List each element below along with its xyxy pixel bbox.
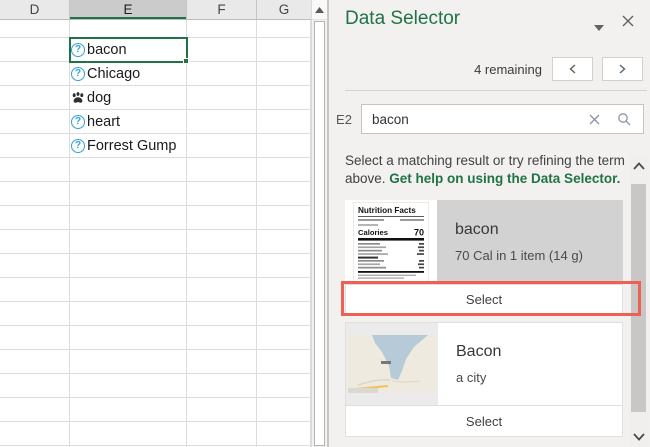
result-card-body[interactable]: Nutrition Facts Calories 70 bbox=[345, 200, 623, 284]
question-badge-icon: ? bbox=[71, 139, 85, 153]
question-badge-icon: ? bbox=[71, 67, 85, 81]
remaining-row: 4 remaining bbox=[329, 57, 643, 81]
chevron-down-icon bbox=[594, 25, 604, 31]
sheet-row-empty[interactable] bbox=[0, 182, 311, 206]
sheet-row-bacon[interactable]: ? bacon bbox=[0, 38, 311, 62]
cell-e5[interactable]: ? heart bbox=[71, 110, 120, 133]
nutrition-label-thumbnail: Nutrition Facts Calories 70 bbox=[345, 200, 437, 284]
scroll-up-button[interactable] bbox=[312, 0, 327, 20]
scrollbar-thumb[interactable] bbox=[314, 21, 325, 446]
magnifier-icon bbox=[617, 112, 631, 126]
clear-x-icon bbox=[589, 114, 600, 125]
result-title: bacon bbox=[455, 221, 623, 239]
cell-text: bacon bbox=[87, 42, 127, 58]
triangle-up-icon bbox=[315, 7, 324, 13]
sheet-row-empty[interactable] bbox=[0, 374, 311, 398]
result-subtitle: a city bbox=[456, 370, 622, 385]
cell-reference-label: E2 bbox=[333, 112, 355, 127]
sheet-row-forrest-gump[interactable]: ? Forrest Gump bbox=[0, 134, 311, 158]
pane-menu-button[interactable] bbox=[594, 18, 604, 36]
map-image bbox=[348, 335, 436, 393]
result-card-bacon-city: Bacon a city Select bbox=[345, 322, 623, 437]
sheet-row-empty[interactable] bbox=[0, 158, 311, 182]
column-header-g[interactable]: G bbox=[257, 0, 311, 20]
column-headers: D E F G bbox=[0, 0, 311, 20]
sheet-row-empty[interactable] bbox=[0, 398, 311, 422]
sheet-row-empty[interactable] bbox=[0, 422, 311, 446]
next-result-button[interactable] bbox=[602, 57, 643, 81]
search-button[interactable] bbox=[617, 112, 631, 126]
cell-e6[interactable]: ? Forrest Gump bbox=[71, 134, 176, 157]
chevron-left-icon bbox=[569, 64, 576, 74]
chevron-up-icon bbox=[633, 162, 645, 170]
svg-text:70: 70 bbox=[414, 228, 424, 238]
data-selector-pane: Data Selector 4 remaining E2 bbox=[327, 0, 650, 447]
scrollbar-thumb[interactable] bbox=[631, 184, 646, 412]
sheet-row-empty[interactable] bbox=[0, 230, 311, 254]
result-card-body[interactable]: Bacon a city bbox=[346, 323, 622, 405]
sheet-row-empty[interactable] bbox=[0, 20, 311, 38]
cell-e3[interactable]: ? Chicago bbox=[71, 62, 140, 85]
svg-text:Calories: Calories bbox=[358, 228, 388, 237]
spreadsheet: D E F G ? bacon ? Chicago bbox=[0, 0, 311, 447]
cell-text: Forrest Gump bbox=[87, 138, 176, 154]
previous-result-button[interactable] bbox=[552, 57, 593, 81]
result-card-bacon-food: Nutrition Facts Calories 70 bbox=[345, 200, 623, 315]
sheet-row-empty[interactable] bbox=[0, 350, 311, 374]
sheet-row-empty[interactable] bbox=[0, 254, 311, 278]
help-link[interactable]: Get help on using the Data Selector. bbox=[389, 171, 620, 186]
select-button-bacon-city[interactable]: Select bbox=[346, 405, 622, 436]
question-badge-icon: ? bbox=[71, 115, 85, 129]
pane-title: Data Selector bbox=[345, 8, 460, 30]
sheet-grid: ? bacon ? Chicago dog bbox=[0, 20, 311, 447]
search-input[interactable] bbox=[362, 112, 589, 127]
sheet-row-empty[interactable] bbox=[0, 278, 311, 302]
results-list: Nutrition Facts Calories 70 bbox=[345, 200, 623, 437]
result-title: Bacon bbox=[456, 343, 622, 361]
pane-scrollbar bbox=[629, 155, 649, 447]
scroll-down-button[interactable] bbox=[629, 433, 649, 441]
sheet-row-empty[interactable] bbox=[0, 326, 311, 350]
map-thumbnail bbox=[346, 323, 438, 405]
instruction-text: Select a matching result or try refining… bbox=[345, 152, 629, 187]
sheet-row-chicago[interactable]: ? Chicago bbox=[0, 62, 311, 86]
column-header-d[interactable]: D bbox=[0, 0, 70, 20]
cell-text: dog bbox=[87, 90, 111, 106]
search-row: E2 bbox=[333, 104, 644, 134]
chevron-down-icon bbox=[633, 433, 645, 441]
sheet-row-heart[interactable]: ? heart bbox=[0, 110, 311, 134]
result-info: Bacon a city bbox=[438, 323, 622, 405]
cell-e4[interactable]: dog bbox=[71, 86, 111, 109]
column-header-f[interactable]: F bbox=[187, 0, 257, 20]
sheet-row-empty[interactable] bbox=[0, 206, 311, 230]
sheet-row-dog[interactable]: dog bbox=[0, 86, 311, 110]
divider bbox=[345, 90, 647, 91]
sheet-scrollbar bbox=[311, 0, 327, 447]
question-badge-icon: ? bbox=[71, 43, 85, 57]
svg-text:Nutrition Facts: Nutrition Facts bbox=[358, 206, 416, 215]
column-header-e-selected[interactable]: E bbox=[70, 0, 187, 20]
sheet-row-empty[interactable] bbox=[0, 302, 311, 326]
nutrition-facts-image: Nutrition Facts Calories 70 bbox=[353, 202, 429, 282]
cell-e2[interactable]: ? bacon bbox=[71, 38, 127, 61]
cell-text: heart bbox=[87, 114, 120, 130]
scroll-up-button[interactable] bbox=[629, 162, 649, 170]
paw-icon bbox=[71, 91, 85, 105]
select-button-bacon-food[interactable]: Select bbox=[345, 284, 623, 315]
remaining-count: 4 remaining bbox=[474, 62, 542, 77]
result-subtitle: 70 Cal in 1 item (14 g) bbox=[455, 248, 623, 263]
excel-window: D E F G ? bacon ? Chicago bbox=[0, 0, 650, 447]
chevron-right-icon bbox=[619, 64, 626, 74]
clear-search-button[interactable] bbox=[589, 114, 600, 125]
pane-close-button[interactable] bbox=[622, 14, 634, 32]
cell-text: Chicago bbox=[87, 66, 140, 82]
search-box[interactable] bbox=[361, 104, 644, 134]
result-info: bacon 70 Cal in 1 item (14 g) bbox=[437, 200, 623, 284]
close-icon bbox=[622, 15, 634, 27]
